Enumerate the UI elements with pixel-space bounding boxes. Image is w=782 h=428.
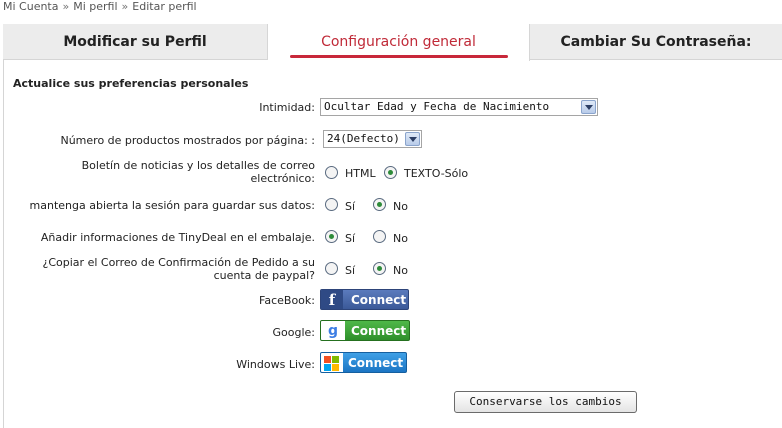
facebook-icon: f	[321, 290, 343, 309]
products-per-page-label: Número de productos mostrados por página…	[60, 134, 315, 147]
paypal-copy-no-label: No	[393, 264, 408, 277]
breadcrumb-separator: »	[62, 0, 70, 13]
windows-live-connect-label: Connect	[348, 356, 404, 370]
newsletter-label: Boletín de noticias y los detalles de co…	[82, 159, 315, 185]
chevron-down-icon	[405, 132, 420, 146]
tab-change-password[interactable]: Cambiar Su Contraseña:	[530, 24, 782, 60]
windows-live-label: Windows Live:	[236, 358, 315, 371]
newsletter-label-line1: Boletín de noticias y los detalles de co…	[81, 159, 315, 172]
google-label: Google:	[272, 326, 316, 339]
tinydeal-info-yes-radio[interactable]	[325, 230, 338, 243]
breadcrumb-separator: »	[121, 0, 129, 13]
paypal-copy-no-radio[interactable]	[373, 262, 386, 275]
paypal-copy-yes-label: Sí	[345, 264, 356, 277]
breadcrumb-current: Editar perfil	[132, 0, 197, 13]
keep-session-label: mantenga abierta la sesión para guardar …	[29, 199, 315, 212]
facebook-label: FaceBook:	[259, 294, 315, 307]
chevron-down-icon	[581, 100, 596, 114]
newsletter-text-label: TEXTO-Sólo	[404, 167, 469, 180]
newsletter-html-radio[interactable]	[325, 166, 338, 179]
tinydeal-info-yes-label: Sí	[345, 232, 356, 245]
tab-modify-profile[interactable]: Modificar su Perfil	[3, 24, 268, 60]
privacy-label: Intimidad:	[259, 101, 315, 114]
paypal-copy-yes-radio[interactable]	[325, 262, 338, 275]
products-per-page-value: 24(Defecto)	[327, 132, 400, 145]
keep-session-no-label: No	[393, 200, 408, 213]
google-connect-button[interactable]: g Connect	[320, 320, 410, 341]
keep-session-no-radio[interactable]	[373, 198, 386, 211]
windows-live-connect-button[interactable]: Connect	[320, 352, 407, 373]
keep-session-yes-radio[interactable]	[325, 198, 338, 211]
products-per-page-select[interactable]: 24(Defecto)	[323, 130, 422, 148]
paypal-copy-label: ¿Copiar el Correo de Confirmación de Ped…	[43, 256, 315, 282]
google-connect-label: Connect	[351, 324, 407, 338]
newsletter-text-radio[interactable]	[384, 166, 397, 179]
google-icon: g	[321, 321, 345, 340]
active-tab-indicator	[290, 55, 508, 58]
breadcrumb: Mi Cuenta» Mi perfil» Editar perfil	[3, 0, 197, 13]
keep-session-yes-label: Sí	[345, 200, 356, 213]
privacy-select[interactable]: Ocultar Edad y Fecha de Nacimiento	[320, 98, 598, 116]
paypal-copy-label-line1: ¿Copiar el Correo de Confirmación de Ped…	[42, 256, 315, 269]
section-title: Actualice sus preferencias personales	[13, 77, 249, 90]
newsletter-label-line2: electrónico:	[250, 172, 315, 185]
tinydeal-info-label: Añadir informaciones de TinyDeal en el e…	[40, 231, 315, 244]
tinydeal-info-no-radio[interactable]	[373, 230, 386, 243]
facebook-connect-label: Connect	[351, 293, 407, 307]
breadcrumb-my-account[interactable]: Mi Cuenta	[3, 0, 59, 13]
save-changes-button[interactable]: Conservarse los cambios	[454, 391, 637, 413]
breadcrumb-my-profile[interactable]: Mi perfil	[73, 0, 117, 13]
facebook-connect-button[interactable]: f Connect	[320, 289, 409, 310]
windows-icon	[321, 353, 343, 372]
newsletter-html-label: HTML	[345, 167, 376, 180]
paypal-copy-label-line2: cuenta de paypal?	[213, 269, 315, 282]
tinydeal-info-no-label: No	[393, 232, 408, 245]
privacy-select-value: Ocultar Edad y Fecha de Nacimiento	[324, 100, 550, 113]
